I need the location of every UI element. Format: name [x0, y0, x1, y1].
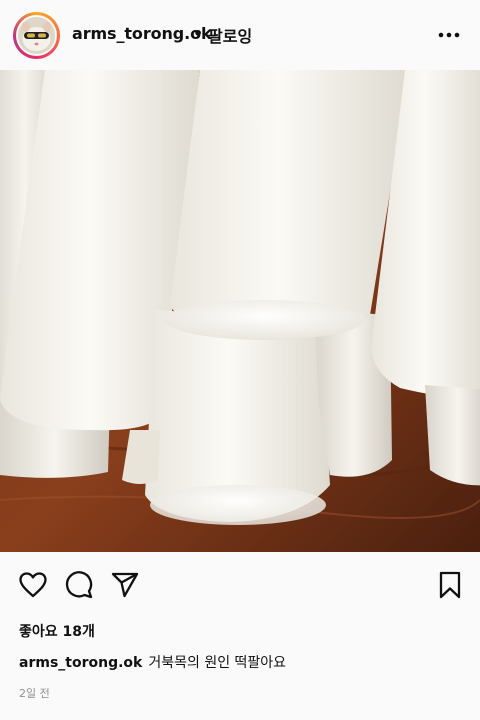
comment-button[interactable] — [64, 570, 94, 600]
hamster-avatar-icon — [18, 17, 55, 54]
rice-cake-photo — [0, 70, 480, 552]
caption-username[interactable]: arms_torong.ok — [19, 655, 142, 671]
likes-count[interactable]: 좋아요 18개 — [19, 621, 95, 641]
save-button[interactable] — [435, 570, 465, 600]
header-username[interactable]: arms_torong.ok — [72, 24, 212, 43]
bookmark-icon — [439, 571, 461, 599]
post-header: arms_torong.ok • 팔로잉 — [0, 0, 480, 70]
more-options-button[interactable] — [438, 24, 460, 46]
share-button[interactable] — [110, 570, 140, 600]
like-button[interactable] — [18, 570, 48, 600]
caption-text: 거북목의 원인 떡팔아요 — [148, 655, 287, 671]
heart-icon — [19, 572, 47, 598]
post-image[interactable] — [0, 70, 480, 552]
separator-dot: • — [193, 24, 204, 43]
post-caption: arms_torong.ok 거북목의 원인 떡팔아요 — [19, 652, 286, 672]
following-button[interactable]: 팔로잉 — [208, 23, 252, 47]
avatar-frame — [16, 15, 57, 56]
send-icon — [111, 572, 139, 598]
post-actions — [0, 566, 480, 606]
avatar-story-ring[interactable] — [13, 12, 60, 59]
post-timestamp: 2일 전 — [19, 687, 50, 700]
avatar[interactable] — [18, 17, 55, 54]
more-options-icon — [438, 32, 460, 38]
comment-icon — [65, 571, 93, 599]
